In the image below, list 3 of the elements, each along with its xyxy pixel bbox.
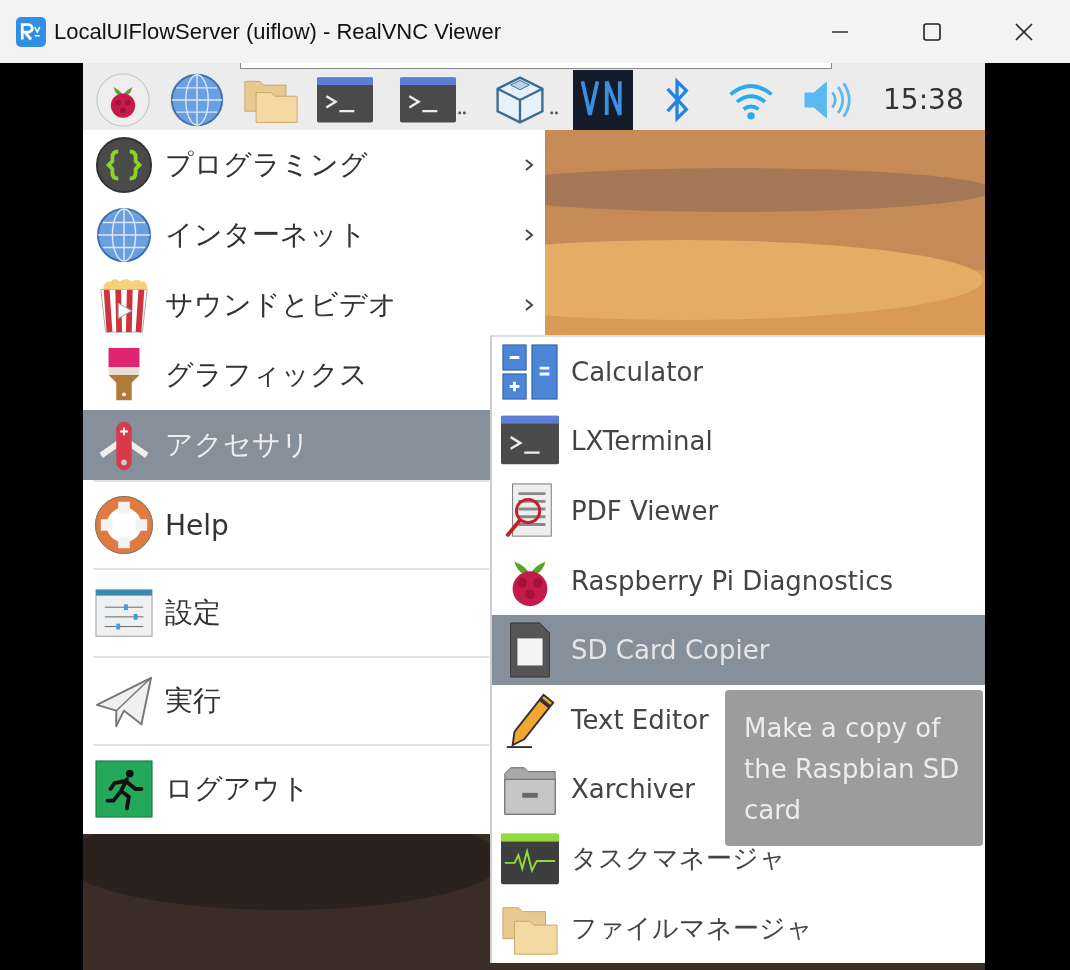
window-title: LocalUIFlowServer (uiflow) - RealVNC Viewer (54, 18, 503, 45)
tooltip: Make a copy of the Raspbian SD card (725, 690, 983, 846)
clock: 15:38 (883, 83, 964, 116)
